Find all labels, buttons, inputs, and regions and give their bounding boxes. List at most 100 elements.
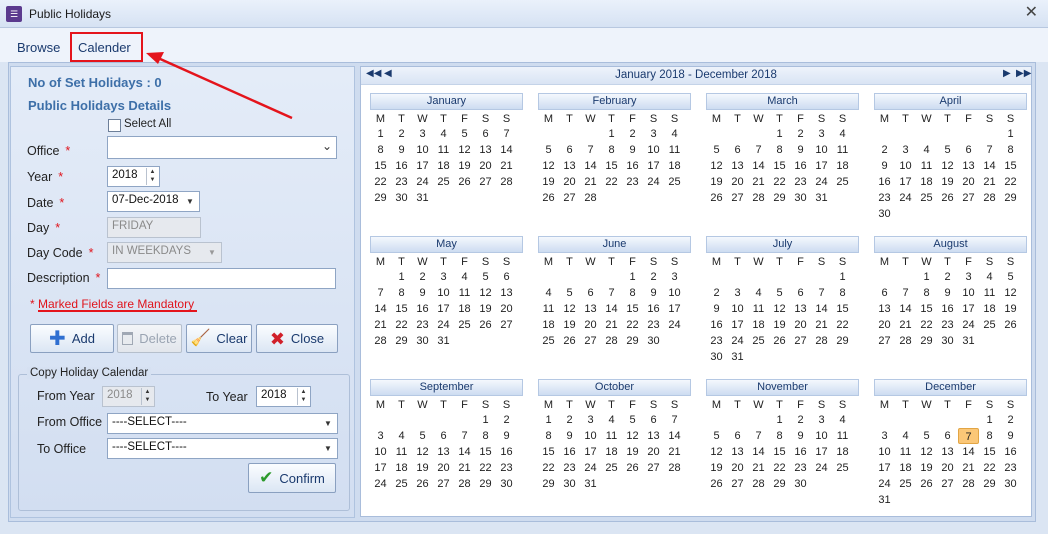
day-cell[interactable]: 13 — [559, 158, 580, 174]
day-cell[interactable]: 7 — [811, 285, 832, 301]
day-cell[interactable]: 30 — [790, 190, 811, 206]
day-cell[interactable]: 24 — [433, 317, 454, 333]
day-cell[interactable]: 30 — [559, 476, 580, 492]
day-cell[interactable]: 18 — [454, 301, 475, 317]
day-cell[interactable]: 15 — [622, 301, 643, 317]
day-cell[interactable]: 27 — [790, 333, 811, 349]
day-cell[interactable]: 2 — [874, 142, 895, 158]
day-cell[interactable]: 12 — [916, 444, 937, 460]
selected-day-cell[interactable]: 7 — [958, 428, 979, 444]
day-cell[interactable]: 28 — [601, 333, 622, 349]
day-cell[interactable]: 8 — [370, 142, 391, 158]
day-cell[interactable]: 16 — [706, 317, 727, 333]
day-cell[interactable]: 4 — [832, 412, 853, 428]
day-cell[interactable]: 18 — [832, 158, 853, 174]
day-cell[interactable]: 13 — [433, 444, 454, 460]
day-cell[interactable]: 22 — [916, 317, 937, 333]
day-cell[interactable]: 21 — [664, 444, 685, 460]
day-cell[interactable]: 20 — [937, 460, 958, 476]
day-cell[interactable]: 15 — [769, 444, 790, 460]
day-cell[interactable]: 22 — [391, 317, 412, 333]
day-cell[interactable]: 12 — [622, 428, 643, 444]
day-cell[interactable]: 2 — [790, 412, 811, 428]
day-cell[interactable]: 1 — [1000, 126, 1021, 142]
day-cell[interactable]: 20 — [433, 460, 454, 476]
day-cell[interactable]: 22 — [769, 460, 790, 476]
day-cell[interactable]: 7 — [748, 428, 769, 444]
day-cell[interactable]: 5 — [706, 428, 727, 444]
tab-browse[interactable]: Browse — [17, 40, 60, 55]
day-cell[interactable]: 2 — [937, 269, 958, 285]
day-cell[interactable]: 4 — [601, 412, 622, 428]
day-cell[interactable]: 30 — [391, 190, 412, 206]
day-cell[interactable]: 22 — [1000, 174, 1021, 190]
day-cell[interactable]: 12 — [1000, 285, 1021, 301]
day-cell[interactable]: 21 — [370, 317, 391, 333]
day-cell[interactable]: 10 — [433, 285, 454, 301]
day-cell[interactable]: 29 — [538, 476, 559, 492]
day-cell[interactable]: 26 — [706, 476, 727, 492]
day-cell[interactable]: 17 — [370, 460, 391, 476]
day-cell[interactable]: 13 — [727, 158, 748, 174]
day-cell[interactable]: 16 — [391, 158, 412, 174]
day-cell[interactable]: 25 — [895, 476, 916, 492]
day-cell[interactable]: 7 — [370, 285, 391, 301]
day-cell[interactable]: 22 — [475, 460, 496, 476]
day-cell[interactable]: 23 — [412, 317, 433, 333]
day-cell[interactable]: 3 — [727, 285, 748, 301]
day-cell[interactable]: 23 — [790, 174, 811, 190]
day-cell[interactable]: 23 — [559, 460, 580, 476]
day-cell[interactable]: 13 — [475, 142, 496, 158]
day-cell[interactable]: 3 — [811, 412, 832, 428]
day-cell[interactable]: 12 — [412, 444, 433, 460]
day-cell[interactable]: 24 — [727, 333, 748, 349]
close-button[interactable]: ✖ Close — [256, 324, 338, 353]
day-cell[interactable]: 10 — [664, 285, 685, 301]
day-cell[interactable]: 17 — [664, 301, 685, 317]
day-cell[interactable]: 1 — [769, 126, 790, 142]
day-cell[interactable]: 18 — [748, 317, 769, 333]
day-cell[interactable]: 11 — [664, 142, 685, 158]
day-cell[interactable]: 10 — [811, 428, 832, 444]
day-cell[interactable]: 25 — [832, 174, 853, 190]
day-cell[interactable]: 12 — [559, 301, 580, 317]
day-cell[interactable]: 10 — [643, 142, 664, 158]
day-cell[interactable]: 11 — [895, 444, 916, 460]
day-cell[interactable]: 6 — [580, 285, 601, 301]
spinner-icon[interactable]: ▲ ▼ — [297, 388, 309, 405]
day-cell[interactable]: 6 — [874, 285, 895, 301]
day-cell[interactable]: 5 — [559, 285, 580, 301]
day-cell[interactable]: 9 — [790, 428, 811, 444]
day-cell[interactable]: 3 — [895, 142, 916, 158]
day-cell[interactable]: 19 — [706, 174, 727, 190]
day-cell[interactable]: 9 — [790, 142, 811, 158]
day-cell[interactable]: 19 — [475, 301, 496, 317]
day-cell[interactable]: 8 — [391, 285, 412, 301]
day-cell[interactable]: 17 — [811, 158, 832, 174]
day-cell[interactable]: 15 — [475, 444, 496, 460]
day-cell[interactable]: 10 — [370, 444, 391, 460]
day-cell[interactable]: 22 — [601, 174, 622, 190]
day-cell[interactable]: 14 — [811, 301, 832, 317]
day-cell[interactable]: 3 — [664, 269, 685, 285]
day-cell[interactable]: 19 — [538, 174, 559, 190]
day-cell[interactable]: 27 — [874, 333, 895, 349]
day-cell[interactable]: 29 — [1000, 190, 1021, 206]
day-cell[interactable]: 26 — [475, 317, 496, 333]
day-cell[interactable]: 12 — [475, 285, 496, 301]
day-cell[interactable]: 16 — [874, 174, 895, 190]
day-cell[interactable]: 5 — [769, 285, 790, 301]
day-cell[interactable]: 14 — [664, 428, 685, 444]
day-cell[interactable]: 14 — [496, 142, 517, 158]
day-cell[interactable]: 21 — [811, 317, 832, 333]
day-cell[interactable]: 21 — [580, 174, 601, 190]
day-cell[interactable]: 26 — [559, 333, 580, 349]
day-cell[interactable]: 21 — [748, 460, 769, 476]
day-cell[interactable]: 14 — [958, 444, 979, 460]
dropdown-arrow-icon[interactable]: ▼ — [321, 441, 335, 456]
day-cell[interactable]: 5 — [538, 142, 559, 158]
day-cell[interactable]: 28 — [979, 190, 1000, 206]
day-cell[interactable]: 22 — [832, 317, 853, 333]
day-cell[interactable]: 4 — [538, 285, 559, 301]
day-cell[interactable]: 15 — [601, 158, 622, 174]
